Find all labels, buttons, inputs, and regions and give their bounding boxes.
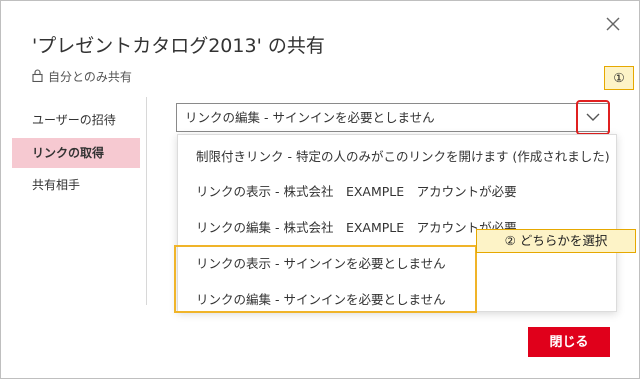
dropdown-toggle-button[interactable] <box>576 100 610 135</box>
dropdown-option-edit-org[interactable]: リンクの編集 - 株式会社 EXAMPLE アカウントが必要 <box>196 217 517 236</box>
step-2-annotation: ② どちらかを選択 <box>476 229 636 253</box>
dropdown-option-restricted-link[interactable]: 制限付きリンク - 特定の人のみがこのリンクを開けます (作成されました) <box>196 146 610 165</box>
link-type-selected-value: リンクの編集 - サインインを必要としません <box>185 110 435 125</box>
nav-item-get-link[interactable]: リンクの取得 <box>12 138 140 168</box>
step-1-annotation: ① <box>604 66 634 90</box>
lock-icon <box>32 68 43 85</box>
sharing-status-label: 自分とのみ共有 <box>48 70 132 84</box>
nav-item-invite-people[interactable]: ユーザーの招待 <box>12 105 140 135</box>
close-button[interactable]: 閉じる <box>528 327 610 357</box>
nav-item-label: リンクの取得 <box>32 146 105 160</box>
nav-item-shared-with[interactable]: 共有相手 <box>12 170 140 200</box>
nav-item-label: ユーザーの招待 <box>32 113 116 127</box>
dropdown-option-view-org[interactable]: リンクの表示 - 株式会社 EXAMPLE アカウントが必要 <box>196 181 517 200</box>
nav-item-label: 共有相手 <box>32 178 81 192</box>
link-type-select[interactable]: リンクの編集 - サインインを必要としません <box>176 103 610 132</box>
close-icon[interactable] <box>603 14 623 34</box>
sharing-status: 自分とのみ共有 <box>32 68 132 85</box>
options-highlight-box <box>174 245 477 313</box>
dialog-title: 'プレゼントカタログ2013' の共有 <box>32 35 325 57</box>
chevron-down-icon <box>586 113 600 121</box>
nav-divider <box>146 97 147 305</box>
